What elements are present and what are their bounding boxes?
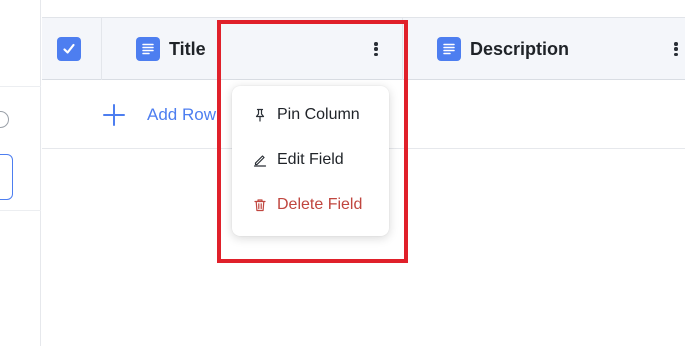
trash-icon xyxy=(253,198,267,212)
column-label: Description xyxy=(470,38,570,59)
column-label: Title xyxy=(169,38,206,59)
add-row-label: Add Row xyxy=(147,105,216,124)
help-icon[interactable] xyxy=(0,111,9,128)
column-context-menu: Pin Column Edit Field Delete Field xyxy=(232,86,389,236)
select-all-checkbox[interactable] xyxy=(57,37,81,61)
column-header-description[interactable]: Description xyxy=(404,18,685,80)
menu-item-label: Pin Column xyxy=(277,106,360,123)
column-menu-button[interactable] xyxy=(671,39,681,59)
select-all-cell xyxy=(42,18,102,80)
kebab-dot xyxy=(674,47,678,51)
sidebar-divider xyxy=(0,86,41,87)
plus-icon xyxy=(103,104,125,126)
kebab-dot xyxy=(374,47,378,51)
page: Title Description Add Row Pin Column Edi… xyxy=(0,0,685,346)
menu-item-label: Edit Field xyxy=(277,151,344,168)
checkmark-icon xyxy=(63,43,75,54)
kebab-dot xyxy=(674,42,678,46)
pin-icon xyxy=(253,108,267,122)
kebab-dot xyxy=(374,52,378,56)
add-row-button[interactable]: Add Row xyxy=(102,103,216,127)
sidebar xyxy=(0,0,41,346)
pencil-icon xyxy=(253,153,267,167)
sidebar-button[interactable] xyxy=(0,154,13,200)
kebab-dot xyxy=(374,42,378,46)
menu-item-edit-field[interactable]: Edit Field xyxy=(232,140,389,180)
text-lines-icon xyxy=(437,37,461,61)
table-header: Title Description xyxy=(42,17,685,80)
column-menu-button[interactable] xyxy=(371,39,381,59)
kebab-dot xyxy=(674,52,678,56)
column-header-title[interactable]: Title xyxy=(103,18,403,80)
text-lines-icon xyxy=(136,37,160,61)
sidebar-divider xyxy=(0,210,41,211)
menu-item-pin-column[interactable]: Pin Column xyxy=(232,95,389,135)
menu-item-label: Delete Field xyxy=(277,196,363,213)
menu-item-delete-field[interactable]: Delete Field xyxy=(232,185,389,225)
